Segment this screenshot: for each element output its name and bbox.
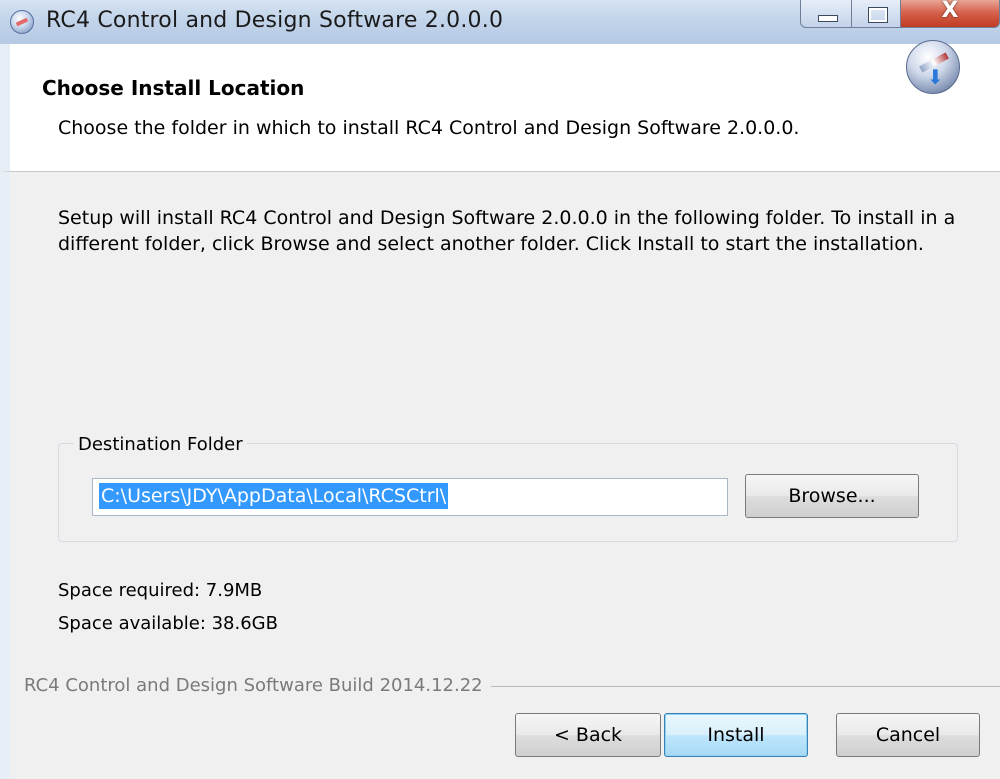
space-required: Space required: 7.9MB bbox=[58, 580, 263, 601]
app-icon[interactable] bbox=[10, 10, 34, 34]
installer-icon bbox=[906, 40, 960, 94]
close-icon: X bbox=[941, 0, 959, 23]
build-label: RC4 Control and Design Software Build 20… bbox=[24, 675, 491, 696]
minimize-button[interactable] bbox=[800, 0, 852, 28]
destination-path-input[interactable]: C:\Users\JDY\AppData\Local\RCSCtrl\ bbox=[92, 478, 728, 516]
browse-button[interactable]: Browse... bbox=[745, 474, 919, 518]
window-title: RC4 Control and Design Software 2.0.0.0 bbox=[46, 8, 504, 33]
intro-text: Setup will install RC4 Control and Desig… bbox=[58, 207, 956, 255]
page-subtitle: Choose the folder in which to install RC… bbox=[58, 117, 800, 139]
install-button[interactable]: Install bbox=[664, 713, 808, 757]
title-bar[interactable]: RC4 Control and Design Software 2.0.0.0 … bbox=[0, 0, 1000, 45]
back-button[interactable]: < Back bbox=[515, 713, 661, 757]
space-available: Space available: 38.6GB bbox=[58, 613, 278, 634]
close-button[interactable]: X bbox=[900, 0, 1000, 28]
page-header: Choose Install Location Choose the folde… bbox=[0, 44, 1000, 172]
maximize-button[interactable] bbox=[851, 0, 901, 28]
dialog-body: Setup will install RC4 Control and Desig… bbox=[0, 172, 1000, 779]
destination-folder-label: Destination Folder bbox=[74, 434, 247, 455]
page-title: Choose Install Location bbox=[42, 76, 305, 100]
cancel-button[interactable]: Cancel bbox=[836, 713, 980, 757]
destination-path-value: C:\Users\JDY\AppData\Local\RCSCtrl\ bbox=[99, 483, 449, 509]
